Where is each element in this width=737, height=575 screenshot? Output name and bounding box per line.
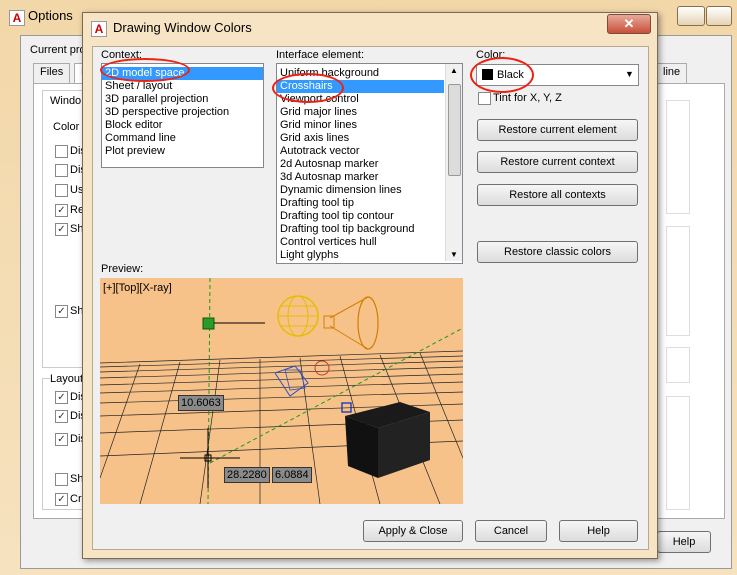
maximize-button[interactable] bbox=[677, 6, 705, 26]
help-button[interactable]: Help bbox=[559, 520, 638, 542]
scroll-thumb[interactable] bbox=[448, 84, 461, 176]
dialog-logo-icon: A bbox=[91, 21, 107, 37]
checkbox-5[interactable]: ✓ bbox=[55, 223, 68, 236]
checkbox-6[interactable]: ✓ bbox=[55, 305, 68, 318]
dialog-title: Drawing Window Colors bbox=[113, 20, 252, 35]
tab-files[interactable]: Files bbox=[33, 63, 71, 84]
ie-item-grid-axis-lines[interactable]: Grid axis lines bbox=[277, 132, 444, 145]
scroll-up-icon[interactable]: ▲ bbox=[450, 66, 458, 75]
restore-classic-colors-button[interactable]: Restore classic colors bbox=[477, 241, 638, 263]
right-box-1 bbox=[666, 100, 690, 214]
dialog-close-button[interactable]: ✕ bbox=[607, 14, 651, 34]
ie-item-drafting-tooltip-contour[interactable]: Drafting tool tip contour bbox=[277, 210, 444, 223]
annotation-ellipse-color bbox=[470, 57, 534, 93]
right-box-2 bbox=[666, 226, 690, 336]
cancel-button[interactable]: Cancel bbox=[475, 520, 547, 542]
context-item-sheet-layout[interactable]: Sheet / layout bbox=[102, 80, 263, 93]
annotation-ellipse-crosshairs bbox=[272, 73, 344, 103]
right-box-4 bbox=[666, 396, 690, 510]
restore-all-contexts-button[interactable]: Restore all contexts bbox=[477, 184, 638, 206]
viewport-label: [+][Top][X-ray] bbox=[103, 282, 172, 294]
chevron-down-icon[interactable]: ▼ bbox=[625, 69, 634, 79]
dimension-tooltip-2: 28.2280 bbox=[224, 467, 270, 483]
checkbox-7[interactable]: ✓ bbox=[55, 391, 68, 404]
dimension-tooltip-1: 10.6063 bbox=[178, 395, 224, 411]
dimension-tooltip-3: 6.0884 bbox=[272, 467, 312, 483]
checkbox-3[interactable] bbox=[55, 184, 68, 197]
close-options-button[interactable] bbox=[706, 6, 732, 26]
interface-element-label: Interface element: bbox=[276, 49, 365, 61]
ie-item-autotrack-vector[interactable]: Autotrack vector bbox=[277, 145, 444, 158]
annotation-ellipse-context bbox=[100, 58, 190, 82]
tint-label: Tint for X, Y, Z bbox=[493, 92, 562, 104]
checkbox-1[interactable] bbox=[55, 145, 68, 158]
options-help-button[interactable]: Help bbox=[657, 531, 711, 553]
context-item-plot-preview[interactable]: Plot preview bbox=[102, 145, 263, 158]
ie-item-3d-autosnap[interactable]: 3d Autosnap marker bbox=[277, 171, 444, 184]
context-item-command-line[interactable]: Command line bbox=[102, 132, 263, 145]
options-title: Options bbox=[28, 8, 73, 23]
checkbox-4[interactable]: ✓ bbox=[55, 204, 68, 217]
ie-item-drafting-tooltip[interactable]: Drafting tool tip bbox=[277, 197, 444, 210]
checkbox-8[interactable]: ✓ bbox=[55, 410, 68, 423]
ie-item-control-vertices-hull[interactable]: Control vertices hull bbox=[277, 236, 444, 249]
window-group-label: Windo bbox=[50, 95, 82, 107]
apply-close-button[interactable]: Apply & Close bbox=[363, 520, 463, 542]
ie-item-drafting-tooltip-background[interactable]: Drafting tool tip background bbox=[277, 223, 444, 236]
context-item-3d-parallel[interactable]: 3D parallel projection bbox=[102, 93, 263, 106]
checkbox-2[interactable] bbox=[55, 164, 68, 177]
tint-checkbox[interactable] bbox=[478, 92, 491, 105]
context-item-3d-perspective[interactable]: 3D perspective projection bbox=[102, 106, 263, 119]
ie-item-dynamic-dimension[interactable]: Dynamic dimension lines bbox=[277, 184, 444, 197]
right-box-3 bbox=[666, 347, 690, 383]
layout-group-label: Layout bbox=[50, 373, 84, 385]
restore-current-element-button[interactable]: Restore current element bbox=[477, 119, 638, 141]
ie-item-grid-minor-lines[interactable]: Grid minor lines bbox=[277, 119, 444, 132]
current-profile-label: Current prof bbox=[30, 44, 89, 56]
ie-scrollbar[interactable]: ▲ ▼ bbox=[445, 64, 462, 261]
autocad-logo-icon: A bbox=[9, 10, 25, 26]
checkbox-11[interactable]: ✓ bbox=[55, 493, 68, 506]
context-item-block-editor[interactable]: Block editor bbox=[102, 119, 263, 132]
tab-right-partial[interactable]: line bbox=[656, 63, 688, 84]
ie-item-grid-major-lines[interactable]: Grid major lines bbox=[277, 106, 444, 119]
scroll-down-icon[interactable]: ▼ bbox=[450, 250, 458, 259]
ie-item-light-glyphs[interactable]: Light glyphs bbox=[277, 249, 444, 262]
preview-label: Preview: bbox=[101, 263, 144, 275]
checkbox-9[interactable]: ✓ bbox=[55, 433, 68, 446]
ie-item-2d-autosnap[interactable]: 2d Autosnap marker bbox=[277, 158, 444, 171]
checkbox-10[interactable] bbox=[55, 473, 68, 486]
restore-current-context-button[interactable]: Restore current context bbox=[477, 151, 638, 173]
preview-canvas: [+][Top][X-ray] 10.6063 28.2280 6.0884 bbox=[100, 278, 463, 504]
